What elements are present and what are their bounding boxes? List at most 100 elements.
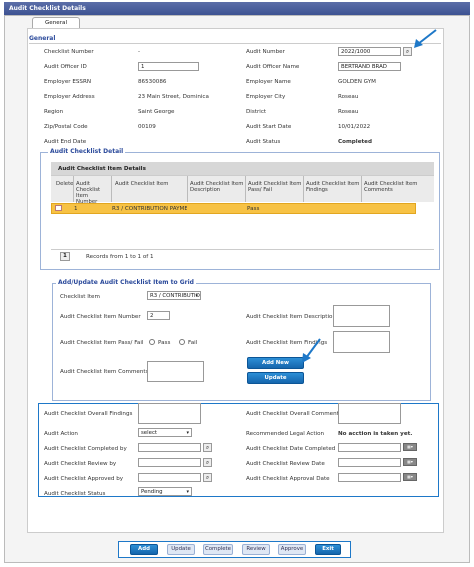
pass-radio-label: Pass [158, 340, 171, 346]
approval-date-field[interactable] [338, 473, 401, 482]
description-label: Audit Checklist Item Description [246, 314, 337, 320]
review-date-field[interactable] [338, 458, 401, 467]
page-number-button[interactable]: 1 [60, 252, 70, 261]
detail-section-title: Audit Checklist Detail [48, 148, 126, 155]
col-sep [111, 176, 112, 202]
checklist-status-select-value: Pending [141, 489, 163, 495]
calendar-icon[interactable]: ▦▾ [403, 443, 417, 451]
audit-officer-id-field[interactable]: 1 [138, 62, 199, 71]
checklist-number-value: - [138, 49, 141, 55]
audit-number-field[interactable]: 2022/1000 [338, 47, 401, 56]
date-completed-label: Audit Checklist Date Completed [246, 446, 336, 452]
approve-button[interactable]: Approve [278, 544, 306, 555]
chevron-down-icon: ▾ [186, 430, 189, 436]
records-text: Records from 1 to 1 of 1 [86, 254, 154, 260]
grid-body [51, 214, 434, 250]
audit-action-select[interactable]: select ▾ [138, 428, 192, 437]
audit-start-date-label: Audit Start Date [246, 124, 292, 130]
col-sep [361, 176, 362, 202]
overall-comments-field[interactable] [338, 403, 401, 424]
employer-name-value: GOLDEN GYM [338, 79, 376, 85]
audit-status-label: Audit Status [246, 139, 281, 145]
col-pass-fail[interactable]: Audit Checklist Item Pass/ Fail [248, 181, 302, 193]
comments-label: Audit Checklist Item Comments [60, 369, 149, 375]
search-icon[interactable]: ⌕ [203, 443, 212, 452]
findings-field[interactable] [333, 331, 390, 353]
checklist-status-label: Audit Checklist Status [44, 491, 106, 497]
audit-action-label: Audit Action [44, 431, 78, 437]
col-item-number[interactable]: Audit Checklist Item Number [76, 181, 110, 205]
employer-city-value: Roseau [338, 94, 359, 100]
search-icon[interactable]: ⌕ [403, 47, 412, 56]
col-findings[interactable]: Audit Checklist Item Findings [306, 181, 360, 193]
calendar-icon[interactable]: ▦▾ [403, 473, 417, 481]
col-sep [245, 176, 246, 202]
audit-end-date-label: Audit End Date [44, 139, 87, 145]
region-value: Saint George [138, 109, 175, 115]
comments-field[interactable] [147, 361, 204, 382]
search-icon[interactable]: ⌕ [203, 458, 212, 467]
checklist-status-select[interactable]: Pending ▾ [138, 487, 192, 496]
update-item-button[interactable]: Update [247, 372, 304, 384]
checklist-item-label: Checklist Item [60, 294, 100, 300]
audit-status-value: Completed [338, 139, 372, 145]
col-delete[interactable]: Delete [56, 181, 73, 187]
general-section-title: General [29, 35, 56, 42]
search-icon[interactable]: ⌕ [203, 473, 212, 482]
col-description[interactable]: Audit Checklist Item Description [190, 181, 244, 193]
item-number-field[interactable]: 2 [147, 311, 170, 320]
grid-title: Audit Checklist Item Details [58, 166, 146, 172]
overall-findings-label: Audit Checklist Overall Findings [44, 411, 133, 417]
region-label: Region [44, 109, 64, 115]
chevron-down-icon: ▾ [195, 293, 198, 299]
legal-action-value: No acction is taken yet. [338, 431, 413, 437]
fail-radio-label: Fail [188, 340, 198, 346]
employer-address-label: Employer Address [44, 94, 95, 100]
employer-address-value: 23 Main Street, Dominica [138, 94, 209, 100]
add-new-button[interactable]: Add New [247, 357, 304, 369]
completed-by-label: Audit Checklist Completed by [44, 446, 127, 452]
zip-code-value: 00109 [138, 124, 156, 130]
tab-general[interactable]: General [32, 17, 80, 28]
audit-officer-name-label: Audit Officer Name [246, 64, 300, 70]
window-title: Audit Checklist Details [4, 2, 470, 15]
update-button[interactable]: Update [167, 544, 195, 555]
description-field[interactable] [333, 305, 390, 327]
review-date-label: Audit Checklist Review Date [246, 461, 325, 467]
zip-code-label: Zip/Postal Code [44, 124, 88, 130]
table-row[interactable] [51, 203, 416, 214]
review-button[interactable]: Review [242, 544, 270, 555]
add-update-section-title: Add/Update Audit Checklist Item to Grid [56, 279, 196, 286]
overall-comments-label: Audit Checklist Overall Comments [246, 411, 342, 417]
col-sep [73, 176, 74, 202]
audit-officer-name-field[interactable]: BERTRAND BRAD [338, 62, 401, 71]
checklist-number-label: Checklist Number [44, 49, 94, 55]
audit-officer-id-label: Audit Officer ID [44, 64, 87, 70]
checklist-item-select[interactable]: R3 / CONTRIBUTIO ▾ [147, 291, 201, 300]
row-pass-fail: Pass [247, 206, 260, 212]
completed-by-field[interactable] [138, 443, 201, 452]
employer-essrn-value: 86530086 [138, 79, 167, 85]
col-item[interactable]: Audit Checklist Item [115, 181, 168, 187]
checklist-item-select-value: R3 / CONTRIBUTIO [150, 293, 200, 299]
review-by-field[interactable] [138, 458, 201, 467]
col-sep [303, 176, 304, 202]
audit-start-date-value: 10/01/2022 [338, 124, 371, 130]
employer-name-label: Employer Name [246, 79, 291, 85]
fail-radio[interactable] [179, 339, 185, 345]
calendar-icon[interactable]: ▦▾ [403, 458, 417, 466]
edit-icon[interactable] [55, 205, 62, 211]
col-comments[interactable]: Audit Checklist Item Comments [364, 181, 424, 193]
approved-by-field[interactable] [138, 473, 201, 482]
annotation-arrow [302, 338, 321, 363]
add-button[interactable]: Add [130, 544, 158, 555]
date-completed-field[interactable] [338, 443, 401, 452]
chevron-down-icon: ▾ [186, 489, 189, 495]
district-value: Roseau [338, 109, 359, 115]
legal-action-label: Recommended Legal Action [246, 431, 325, 437]
exit-button[interactable]: Exit [315, 544, 341, 555]
complete-button[interactable]: Complete [203, 544, 233, 555]
overall-findings-field[interactable] [138, 403, 201, 424]
district-label: District [246, 109, 267, 115]
pass-radio[interactable] [149, 339, 155, 345]
